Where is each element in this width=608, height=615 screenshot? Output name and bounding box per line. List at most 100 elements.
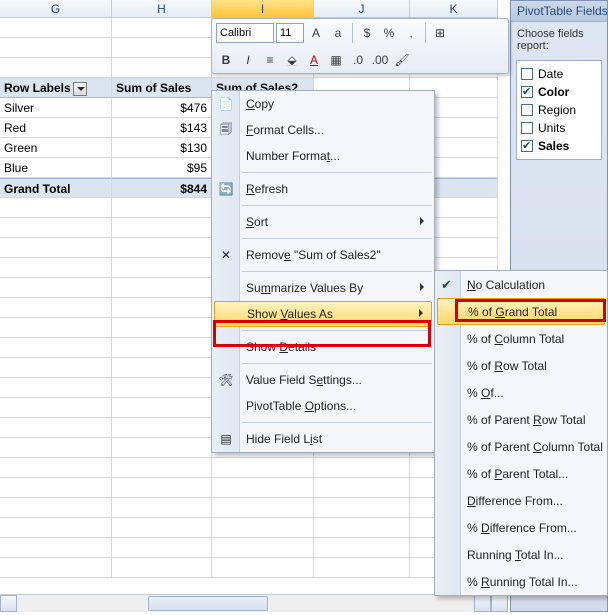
- cell[interactable]: [0, 58, 112, 78]
- cell[interactable]: [314, 498, 410, 518]
- align-left-icon[interactable]: ≡: [260, 50, 280, 70]
- cell[interactable]: [314, 558, 410, 578]
- cell[interactable]: [112, 258, 212, 278]
- grand-total-value[interactable]: $844: [112, 178, 212, 198]
- column-header-h[interactable]: H: [112, 0, 212, 18]
- menu-item-copy[interactable]: 📄Copy: [212, 91, 434, 117]
- cell[interactable]: [112, 418, 212, 438]
- cell[interactable]: [0, 278, 112, 298]
- cell[interactable]: [0, 418, 112, 438]
- cell[interactable]: [212, 478, 314, 498]
- submenu-item-of-column-total[interactable]: % of Column Total: [435, 325, 607, 352]
- cell[interactable]: [0, 298, 112, 318]
- scroll-track[interactable]: [18, 595, 472, 612]
- field-sales[interactable]: Sales: [521, 137, 597, 155]
- cell[interactable]: [112, 238, 212, 258]
- cell[interactable]: [0, 18, 112, 38]
- cell[interactable]: [112, 398, 212, 418]
- font-family-select[interactable]: [216, 23, 274, 43]
- cell[interactable]: [0, 218, 112, 238]
- horizontal-scrollbar[interactable]: [0, 594, 508, 612]
- cell[interactable]: [0, 438, 112, 458]
- submenu-item-of-row-total[interactable]: % of Row Total: [435, 352, 607, 379]
- menu-item-pivottable-options[interactable]: PivotTable Options...: [212, 393, 434, 419]
- cell[interactable]: [0, 498, 112, 518]
- cell[interactable]: [112, 318, 212, 338]
- row-label[interactable]: Red: [0, 118, 112, 138]
- col-header-sales[interactable]: Sum of Sales: [112, 78, 212, 98]
- percent-style-icon[interactable]: %: [379, 23, 399, 43]
- cell[interactable]: [0, 318, 112, 338]
- cell[interactable]: [112, 438, 212, 458]
- cell[interactable]: [112, 298, 212, 318]
- submenu-item-of-grand-total[interactable]: % of Grand Total: [437, 298, 605, 325]
- cell[interactable]: [314, 518, 410, 538]
- submenu-item-running-total-in[interactable]: % Running Total In...: [435, 568, 607, 595]
- scroll-thumb[interactable]: [148, 596, 268, 611]
- menu-item-sort[interactable]: Sort: [212, 209, 434, 235]
- decrease-decimal-icon[interactable]: .00: [370, 50, 390, 70]
- cell[interactable]: [0, 558, 112, 578]
- cell[interactable]: [0, 238, 112, 258]
- cell[interactable]: [0, 38, 112, 58]
- menu-item-show-values-as[interactable]: Show Values As: [214, 301, 432, 327]
- cell[interactable]: [212, 538, 314, 558]
- cell[interactable]: [112, 378, 212, 398]
- checkbox-icon[interactable]: [521, 140, 533, 152]
- fill-color-icon[interactable]: ⬙: [282, 50, 302, 70]
- cell[interactable]: [112, 338, 212, 358]
- cell[interactable]: [112, 198, 212, 218]
- menu-item-value-field-settings[interactable]: 🛠Value Field Settings...: [212, 367, 434, 393]
- submenu-item-of-parent-column-total[interactable]: % of Parent Column Total: [435, 433, 607, 460]
- italic-button[interactable]: I: [238, 50, 258, 70]
- submenu-item-of-parent-total[interactable]: % of Parent Total...: [435, 460, 607, 487]
- value-sales[interactable]: $130: [112, 138, 212, 158]
- cell[interactable]: [212, 458, 314, 478]
- cell[interactable]: [112, 478, 212, 498]
- borders-icon[interactable]: ▦: [326, 50, 346, 70]
- scroll-left-button[interactable]: [0, 595, 17, 612]
- column-header-i[interactable]: I: [212, 0, 314, 18]
- cell[interactable]: [112, 458, 212, 478]
- cell[interactable]: [112, 558, 212, 578]
- grand-total-label[interactable]: Grand Total: [0, 178, 112, 198]
- checkbox-icon[interactable]: [521, 122, 533, 134]
- row-label[interactable]: Silver: [0, 98, 112, 118]
- menu-item-remove-sum-of-sales2[interactable]: ✕Remove "Sum of Sales2": [212, 242, 434, 268]
- submenu-item-difference-from[interactable]: % Difference From...: [435, 514, 607, 541]
- cell[interactable]: [112, 218, 212, 238]
- menu-item-summarize-values-by[interactable]: Summarize Values By: [212, 275, 434, 301]
- checkbox-icon[interactable]: [521, 104, 533, 116]
- cell[interactable]: [212, 498, 314, 518]
- field-units[interactable]: Units: [521, 119, 597, 137]
- menu-item-number-format[interactable]: Number Format...: [212, 143, 434, 169]
- increase-decimal-icon[interactable]: .0: [348, 50, 368, 70]
- cell[interactable]: [0, 538, 112, 558]
- field-date[interactable]: Date: [521, 65, 597, 83]
- cell[interactable]: [314, 478, 410, 498]
- menu-item-refresh[interactable]: 🔄Refresh: [212, 176, 434, 202]
- value-sales[interactable]: $476: [112, 98, 212, 118]
- row-label[interactable]: Blue: [0, 158, 112, 178]
- cell[interactable]: [112, 38, 212, 58]
- cell[interactable]: [112, 358, 212, 378]
- column-header-g[interactable]: G: [0, 0, 112, 18]
- submenu-item-of-parent-row-total[interactable]: % of Parent Row Total: [435, 406, 607, 433]
- cell[interactable]: [0, 338, 112, 358]
- column-header-j[interactable]: J: [314, 0, 410, 18]
- cell[interactable]: [112, 18, 212, 38]
- cell[interactable]: [112, 58, 212, 78]
- submenu-item-running-total-in[interactable]: Running Total In...: [435, 541, 607, 568]
- font-size-select[interactable]: [276, 23, 304, 43]
- value-sales[interactable]: $95: [112, 158, 212, 178]
- pivot-icon[interactable]: ⊞: [430, 23, 450, 43]
- menu-item-hide-field-list[interactable]: ▤Hide Field List: [212, 426, 434, 452]
- cell[interactable]: [112, 518, 212, 538]
- cell[interactable]: [0, 458, 112, 478]
- cell[interactable]: [314, 538, 410, 558]
- cell[interactable]: [0, 518, 112, 538]
- cell[interactable]: [212, 518, 314, 538]
- comma-style-icon[interactable]: ,: [401, 23, 421, 43]
- scroll-right-button[interactable]: [474, 595, 491, 612]
- cell[interactable]: [0, 378, 112, 398]
